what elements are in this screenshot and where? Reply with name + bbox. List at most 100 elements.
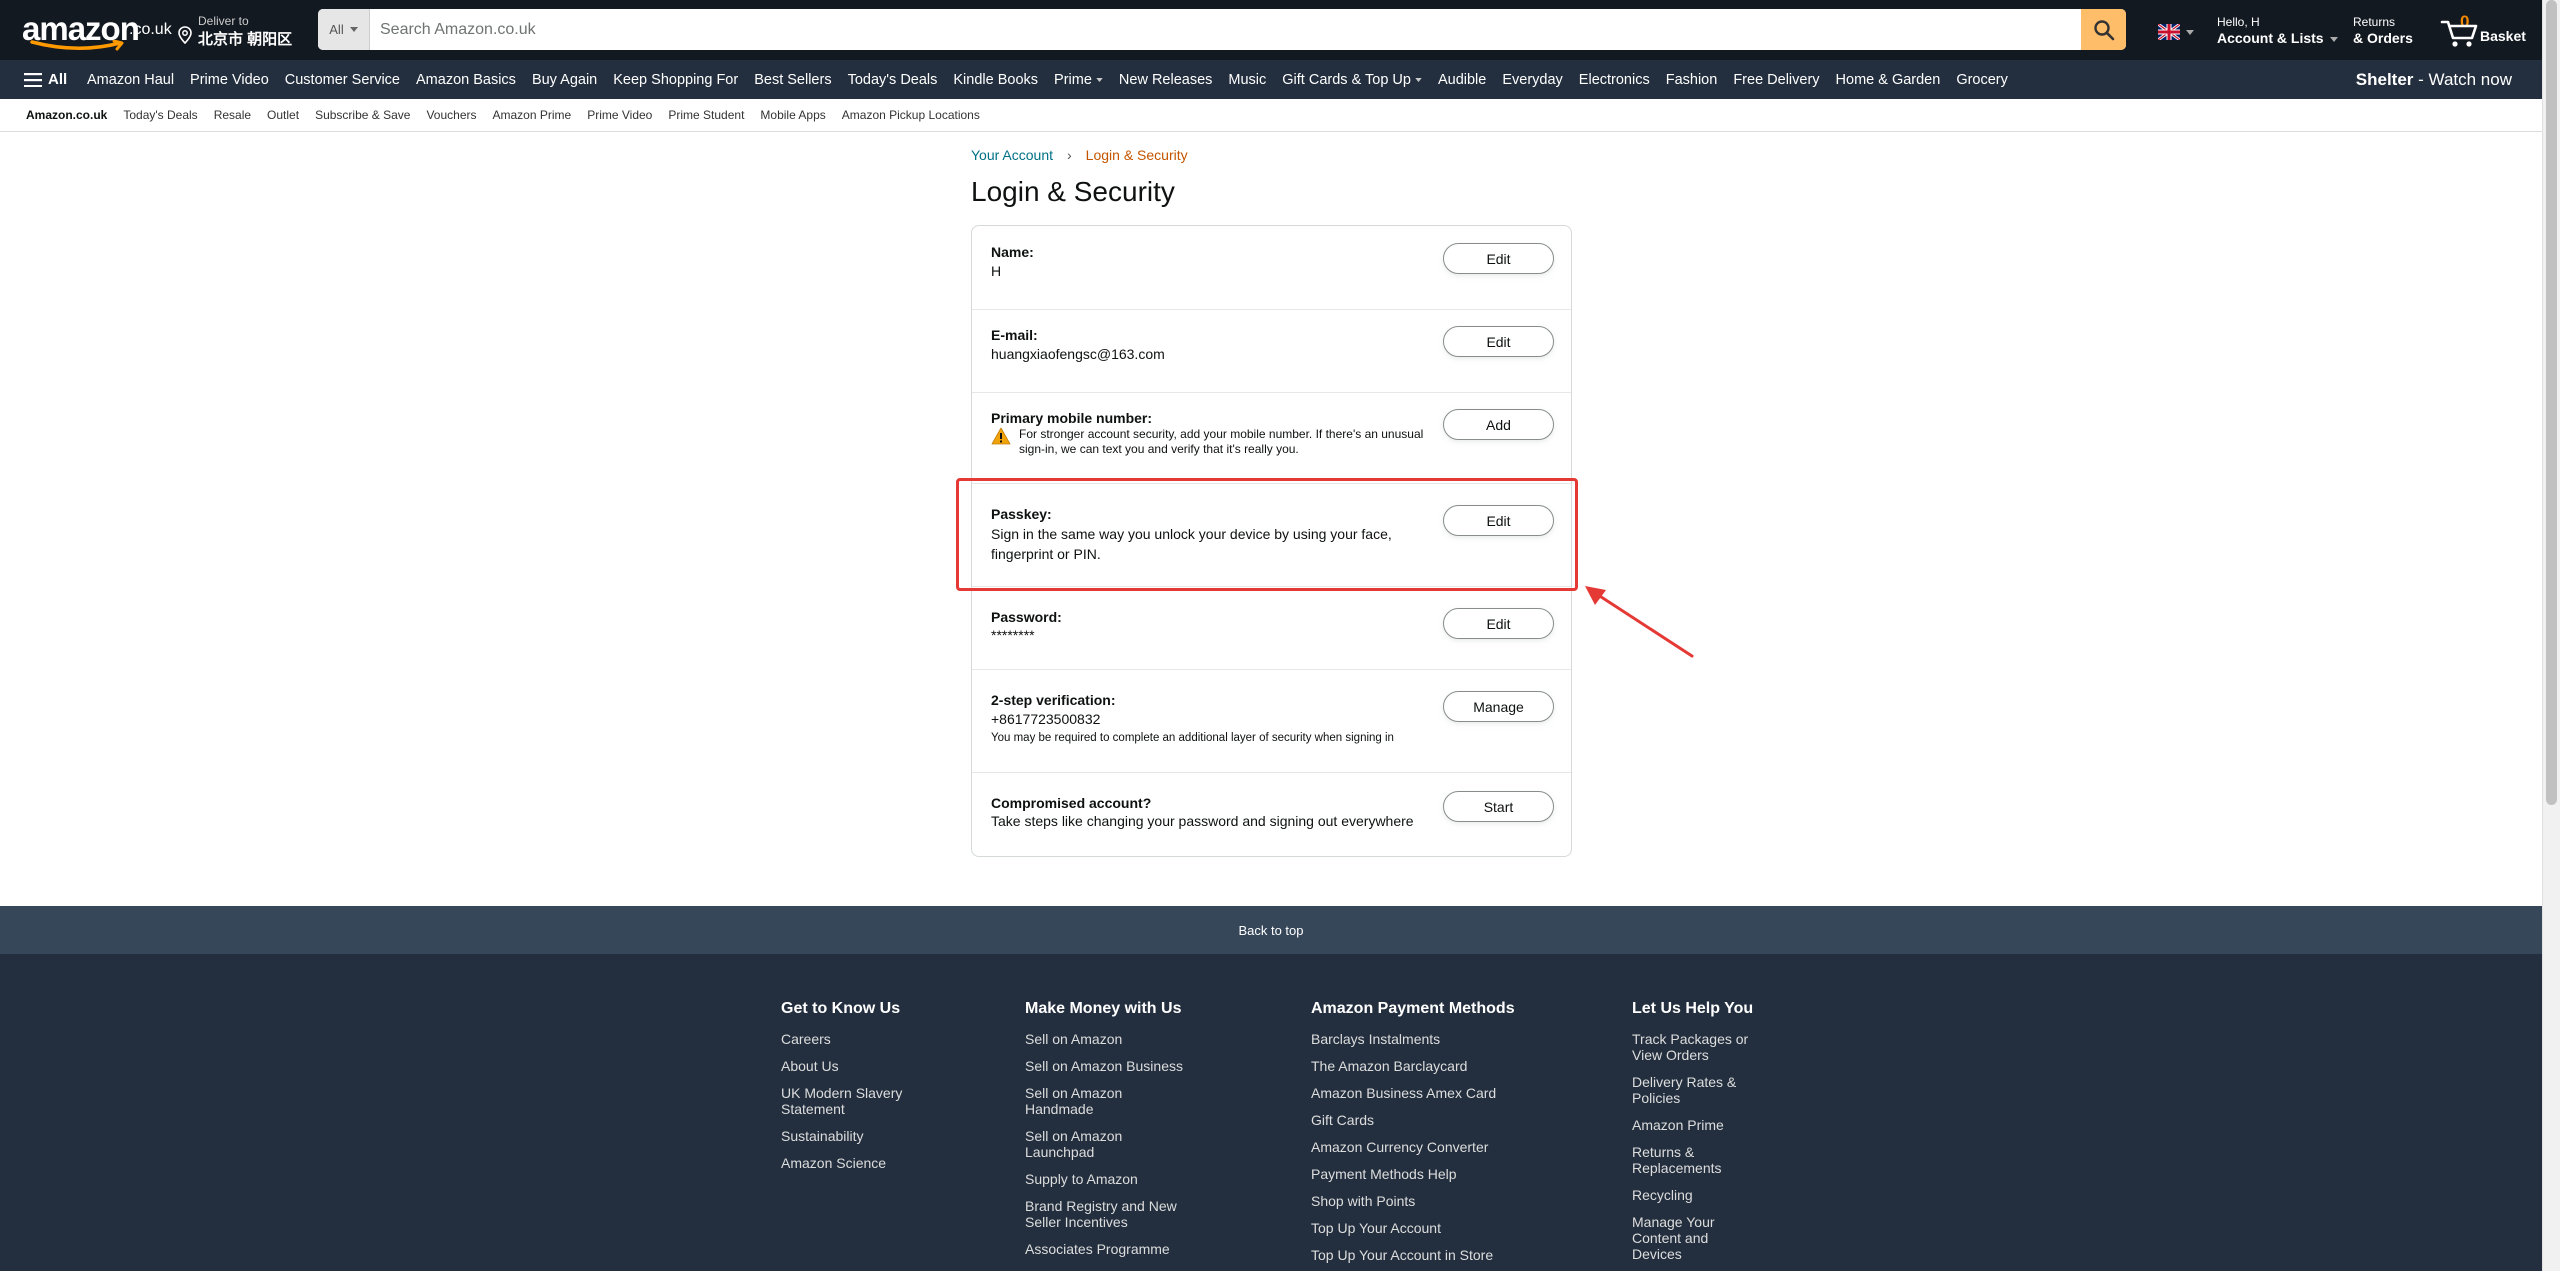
- subnav-link-home[interactable]: Amazon.co.uk: [18, 108, 115, 122]
- nav-link-fashion[interactable]: Fashion: [1658, 72, 1726, 88]
- back-to-top-button[interactable]: Back to top: [0, 906, 2542, 954]
- footer-heading: Amazon Payment Methods: [1311, 1000, 1515, 1017]
- manage-two-step-button[interactable]: Manage: [1443, 691, 1554, 722]
- promo-title: Shelter: [2355, 69, 2414, 89]
- nav-link-keep-shopping[interactable]: Keep Shopping For: [605, 72, 746, 88]
- nav-link-best-sellers[interactable]: Best Sellers: [746, 72, 839, 88]
- two-step-row: 2-step verification: +8617723500832 You …: [972, 669, 1571, 772]
- basket-link[interactable]: 0 Basket: [2440, 10, 2530, 50]
- footer-link[interactable]: Sell on Amazon Business: [1025, 1058, 1195, 1074]
- search-icon: [2093, 19, 2114, 40]
- mobile-row: Primary mobile number: For stronger acco…: [972, 392, 1571, 483]
- account-lists-label: Account & Lists: [2217, 30, 2339, 46]
- sub-nav: Amazon.co.uk Today's Deals Resale Outlet…: [0, 99, 2542, 132]
- nav-link-electronics[interactable]: Electronics: [1571, 72, 1658, 88]
- uk-flag-icon[interactable]: [2158, 24, 2180, 40]
- subnav-link-amazon-prime[interactable]: Amazon Prime: [485, 108, 580, 122]
- mobile-label: Primary mobile number:: [991, 410, 1153, 426]
- nav-link-everyday[interactable]: Everyday: [1494, 72, 1570, 88]
- scrollbar-thumb[interactable]: [2546, 0, 2557, 805]
- compromised-label: Compromised account?: [991, 795, 1152, 811]
- footer-link[interactable]: Top Up Your Account: [1311, 1220, 1541, 1236]
- nav-link-home-garden[interactable]: Home & Garden: [1828, 72, 1949, 88]
- footer-link[interactable]: Amazon Currency Converter: [1311, 1139, 1541, 1155]
- footer-link[interactable]: Track Packages or View Orders: [1632, 1031, 1757, 1063]
- footer-link[interactable]: The Amazon Barclaycard: [1311, 1058, 1541, 1074]
- subnav-link-prime-student[interactable]: Prime Student: [660, 108, 752, 122]
- caret-down-icon: [1096, 77, 1103, 82]
- all-menu-button[interactable]: All: [24, 60, 67, 99]
- breadcrumb-current[interactable]: Login & Security: [1086, 147, 1188, 163]
- footer-link[interactable]: Recycling: [1632, 1187, 1762, 1203]
- nav-link-kindle-books[interactable]: Kindle Books: [945, 72, 1046, 88]
- footer-link[interactable]: Sell on Amazon Handmade: [1025, 1085, 1145, 1117]
- nav-link-gift-cards[interactable]: Gift Cards & Top Up: [1274, 72, 1430, 88]
- name-label: Name:: [991, 244, 1034, 260]
- subnav-link-prime-video[interactable]: Prime Video: [579, 108, 660, 122]
- footer-link[interactable]: Top Up Your Account in Store: [1311, 1247, 1541, 1263]
- edit-email-button[interactable]: Edit: [1443, 326, 1554, 357]
- edit-password-button[interactable]: Edit: [1443, 608, 1554, 639]
- logo-tld: .co.uk: [129, 21, 172, 38]
- footer-link[interactable]: Barclays Instalments: [1311, 1031, 1541, 1047]
- footer-link[interactable]: Amazon Business Amex Card: [1311, 1085, 1541, 1101]
- nav-link-todays-deals[interactable]: Today's Deals: [840, 72, 946, 88]
- subnav-link-mobile-apps[interactable]: Mobile Apps: [752, 108, 833, 122]
- nav-link-prime[interactable]: Prime: [1046, 72, 1111, 88]
- footer-link[interactable]: About Us: [781, 1058, 941, 1074]
- subnav-link-resale[interactable]: Resale: [206, 108, 259, 122]
- nav-link-customer-service[interactable]: Customer Service: [277, 72, 408, 88]
- account-lists-menu[interactable]: Hello, H Account & Lists: [2217, 15, 2339, 46]
- subnav-link-todays-deals[interactable]: Today's Deals: [115, 108, 205, 122]
- nav-promo-banner[interactable]: Shelter - Watch now: [2356, 60, 2512, 99]
- name-value: H: [991, 263, 1002, 279]
- footer-link[interactable]: Delivery Rates & Policies: [1632, 1074, 1757, 1106]
- footer-link[interactable]: Amazon Science: [781, 1155, 941, 1171]
- nav-link-buy-again[interactable]: Buy Again: [524, 72, 605, 88]
- nav-link-new-releases[interactable]: New Releases: [1111, 72, 1221, 88]
- footer-link[interactable]: Gift Cards: [1311, 1112, 1541, 1128]
- caret-down-icon: [349, 27, 358, 32]
- footer-link[interactable]: UK Modern Slavery Statement: [781, 1085, 941, 1117]
- amazon-logo[interactable]: amazon .co.uk: [22, 12, 172, 52]
- footer-heading: Get to Know Us: [781, 1000, 901, 1017]
- footer-link[interactable]: Manage Your Content and Devices: [1632, 1214, 1732, 1262]
- footer-link[interactable]: Supply to Amazon: [1025, 1171, 1195, 1187]
- add-mobile-button[interactable]: Add: [1443, 409, 1554, 440]
- footer-link[interactable]: Associates Programme: [1025, 1241, 1195, 1257]
- breadcrumb-your-account[interactable]: Your Account: [971, 147, 1053, 163]
- footer-link[interactable]: Payment Methods Help: [1311, 1166, 1541, 1182]
- footer-link[interactable]: Amazon Prime: [1632, 1117, 1762, 1133]
- nav-links: Amazon Haul Prime Video Customer Service…: [79, 60, 2016, 99]
- search-input[interactable]: [370, 9, 2081, 50]
- nav-link-free-delivery[interactable]: Free Delivery: [1725, 72, 1827, 88]
- top-nav: amazon .co.uk Deliver to 北京市 朝阳区 All Sea…: [0, 0, 2542, 60]
- page-scrollbar[interactable]: [2542, 0, 2560, 1271]
- nav-link-amazon-haul[interactable]: Amazon Haul: [79, 72, 182, 88]
- edit-name-button[interactable]: Edit: [1443, 243, 1554, 274]
- footer-link[interactable]: Brand Registry and New Seller Incentives: [1025, 1198, 1185, 1230]
- footer-link[interactable]: Returns & Replacements: [1632, 1144, 1732, 1176]
- search-button[interactable]: [2081, 9, 2126, 50]
- nav-link-grocery[interactable]: Grocery: [1948, 72, 2016, 88]
- email-row: E-mail: huangxiaofengsc@163.com Edit: [972, 309, 1571, 392]
- nav-link-amazon-basics[interactable]: Amazon Basics: [408, 72, 524, 88]
- password-value: ********: [991, 627, 1035, 643]
- subnav-link-pickup-locations[interactable]: Amazon Pickup Locations: [834, 108, 988, 122]
- footer-link[interactable]: Shop with Points: [1311, 1193, 1541, 1209]
- start-compromised-button[interactable]: Start: [1443, 791, 1554, 822]
- footer-link[interactable]: Sell on Amazon Launchpad: [1025, 1128, 1145, 1160]
- returns-orders-link[interactable]: Returns & Orders: [2353, 15, 2413, 46]
- nav-link-music[interactable]: Music: [1220, 72, 1274, 88]
- footer-link[interactable]: Careers: [781, 1031, 941, 1047]
- search-category-label: All: [329, 22, 344, 37]
- subnav-link-subscribe-save[interactable]: Subscribe & Save: [307, 108, 418, 122]
- subnav-link-outlet[interactable]: Outlet: [259, 108, 307, 122]
- footer-link[interactable]: Sustainability: [781, 1128, 941, 1144]
- nav-link-audible[interactable]: Audible: [1430, 72, 1494, 88]
- subnav-link-vouchers[interactable]: Vouchers: [418, 108, 484, 122]
- nav-link-prime-video[interactable]: Prime Video: [182, 72, 277, 88]
- footer-col-payment: Amazon Payment Methods Barclays Instalme…: [1311, 1000, 1541, 1271]
- search-category-select[interactable]: All: [318, 9, 370, 50]
- footer-link[interactable]: Sell on Amazon: [1025, 1031, 1195, 1047]
